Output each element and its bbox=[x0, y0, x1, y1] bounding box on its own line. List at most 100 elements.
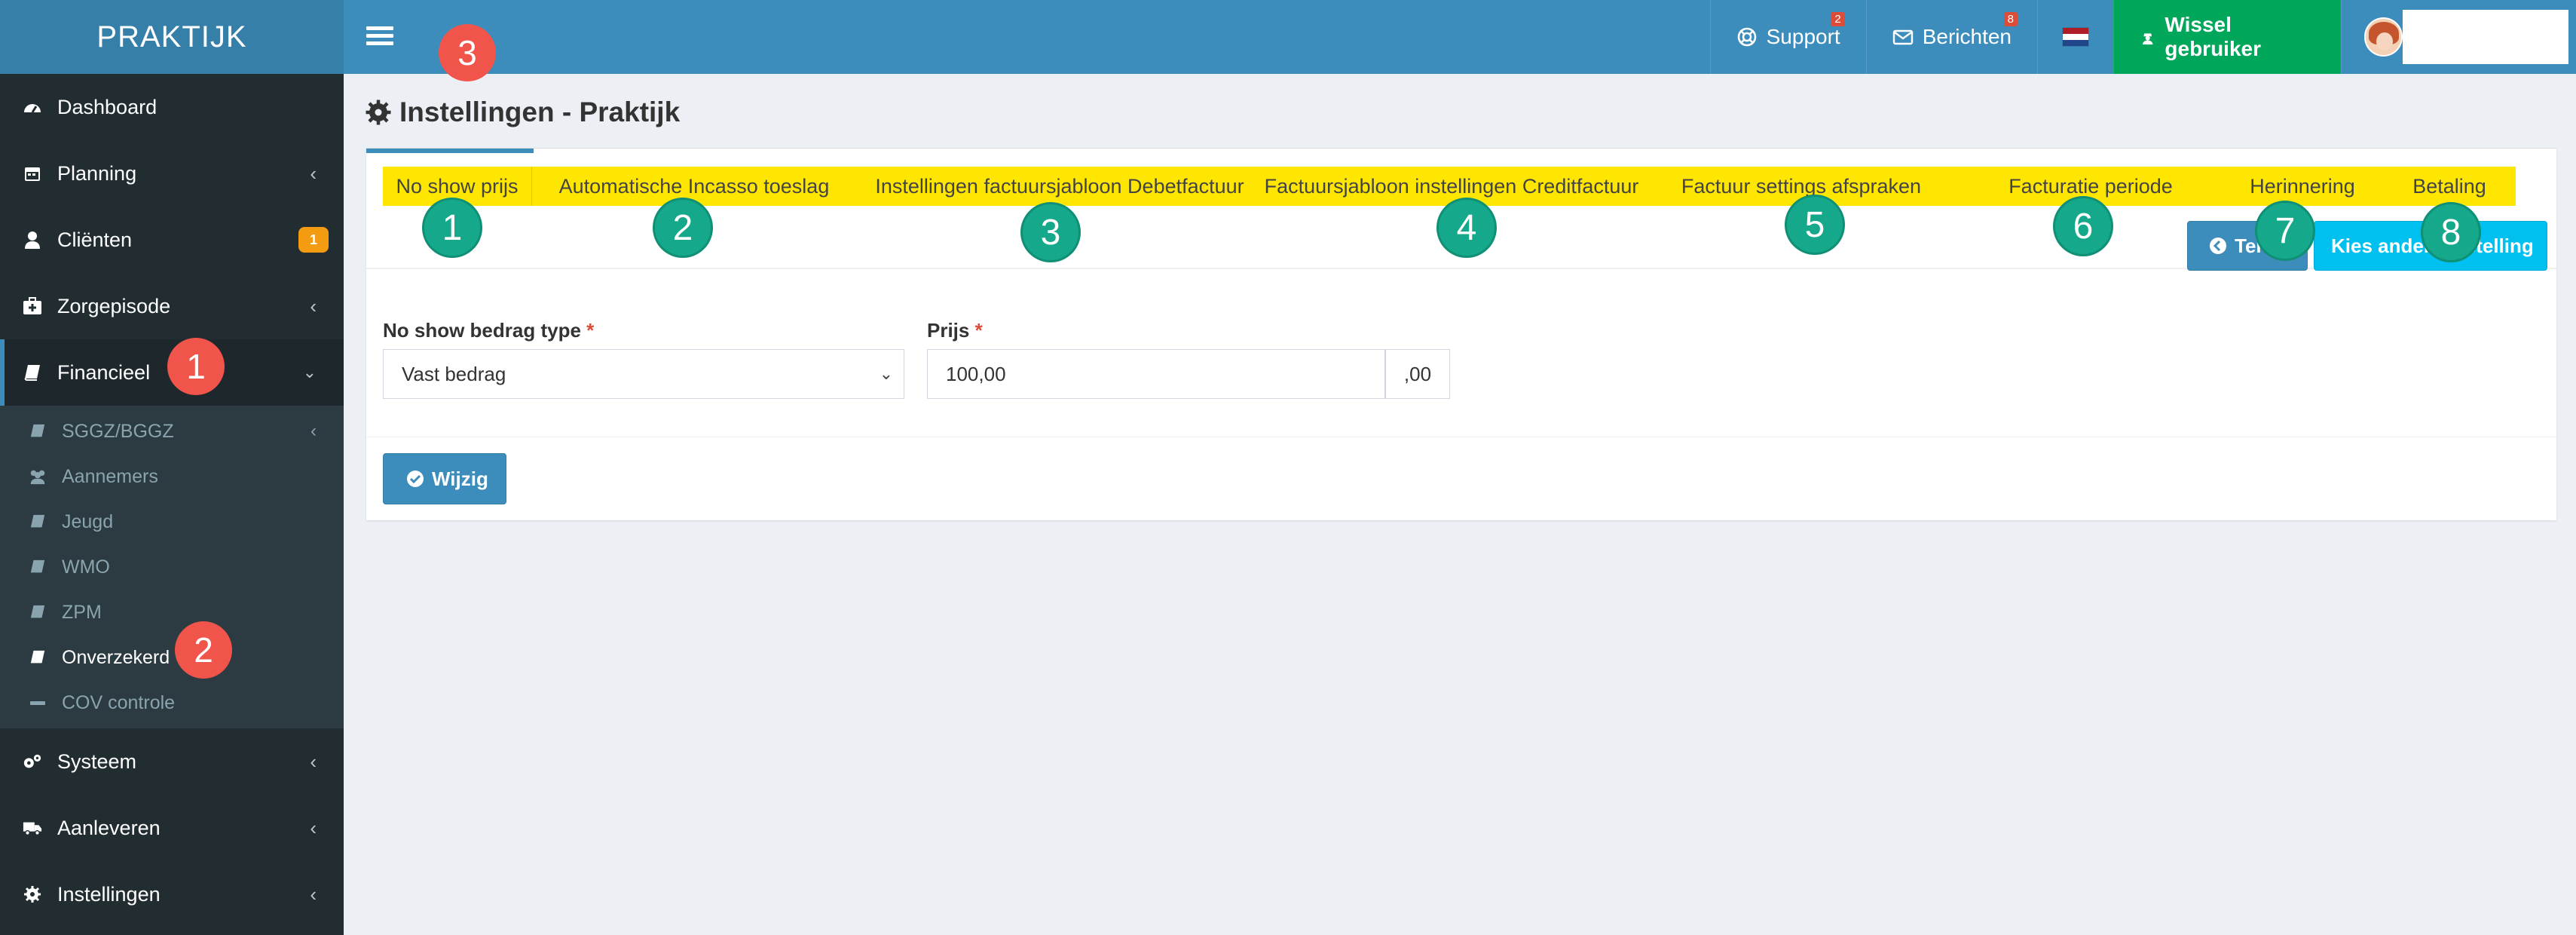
submenu-item-label: Aannemers bbox=[62, 465, 158, 487]
logo-text: PRAKTIJK bbox=[96, 20, 247, 54]
user-secret-icon bbox=[2142, 33, 2153, 44]
submenu-item-jeugd[interactable]: Jeugd bbox=[0, 499, 344, 544]
sidebar-item-zorgepisode[interactable]: Zorgepisode ‹ bbox=[0, 273, 344, 339]
submenu-item-aannemers[interactable]: Aannemers bbox=[0, 454, 344, 499]
sidebar-item-label: Aanleveren bbox=[57, 816, 161, 839]
sidebar-item-label: Planning bbox=[57, 161, 137, 185]
user-menu[interactable] bbox=[2341, 0, 2576, 74]
tab-herinnering[interactable]: Herinnering bbox=[2219, 167, 2386, 206]
prijs-addon-text: ,00 bbox=[1403, 362, 1432, 385]
gears-icon bbox=[23, 752, 42, 771]
dutch-flag-icon bbox=[2062, 27, 2089, 47]
annotation-marker-green-6: 6 bbox=[2053, 196, 2113, 256]
berichten-badge: 8 bbox=[2003, 12, 2018, 26]
submenu-item-label: SGGZ/BGGZ bbox=[62, 420, 174, 442]
book-icon bbox=[29, 648, 47, 667]
financieel-submenu: SGGZ/BGGZ ‹ Aannemers Jeugd WMO ZPM Onve… bbox=[0, 406, 344, 728]
user-name-redacted bbox=[2403, 10, 2568, 64]
annotation-marker-red-1: 1 bbox=[167, 338, 225, 395]
sidebar-item-label: Zorgepisode bbox=[57, 294, 171, 317]
arrow-circle-left-icon bbox=[2210, 238, 2226, 254]
annotation-marker-red-2: 2 bbox=[175, 621, 232, 679]
sidebar-item-planning[interactable]: Planning ‹ bbox=[0, 140, 344, 207]
top-navbar: Support 2 Berichten 8 Wissel gebruiker bbox=[344, 0, 2576, 74]
gear-icon bbox=[23, 884, 42, 904]
prijs-label: Prijs * bbox=[927, 319, 983, 342]
navbar-right: Support 2 Berichten 8 Wissel gebruiker bbox=[1709, 0, 2576, 74]
submenu-item-cov-controle[interactable]: COV controle bbox=[0, 680, 344, 725]
required-asterisk: * bbox=[974, 319, 983, 342]
avatar bbox=[2364, 17, 2403, 57]
prijs-input[interactable]: 100,00 bbox=[927, 349, 1385, 399]
submenu-item-label: Onverzekerd bbox=[62, 646, 170, 668]
clienten-count-badge: 1 bbox=[298, 227, 329, 253]
wissel-gebruiker-button[interactable]: Wissel gebruiker bbox=[2113, 0, 2341, 74]
submenu-item-label: WMO bbox=[62, 556, 110, 578]
book-icon bbox=[29, 422, 47, 440]
bedrag-type-select[interactable]: Vast bedrag ⌄ bbox=[383, 349, 904, 399]
check-circle-icon bbox=[407, 471, 424, 487]
prijs-label-text: Prijs bbox=[927, 319, 970, 342]
berichten-label: Berichten bbox=[1922, 25, 2012, 48]
tab-betaling[interactable]: Betaling bbox=[2386, 167, 2513, 206]
sidebar-item-dashboard[interactable]: Dashboard bbox=[0, 74, 344, 140]
prijs-value: 100,00 bbox=[946, 362, 1006, 385]
sidebar-item-systeem[interactable]: Systeem ‹ bbox=[0, 728, 344, 795]
page-title: Instellingen - Praktijk bbox=[365, 97, 680, 128]
sidebar-item-aanleveren[interactable]: Aanleveren ‹ bbox=[0, 795, 344, 861]
chevron-left-icon: ‹ bbox=[310, 294, 317, 317]
chevron-left-icon: ‹ bbox=[310, 750, 317, 773]
app-logo[interactable]: PRAKTIJK bbox=[0, 0, 344, 74]
submenu-item-label: ZPM bbox=[62, 601, 102, 623]
berichten-link[interactable]: Berichten 8 bbox=[1865, 0, 2037, 74]
annotation-marker-green-5: 5 bbox=[1785, 195, 1845, 255]
annotation-marker-green-2: 2 bbox=[653, 198, 713, 258]
chevron-down-icon: ⌄ bbox=[302, 363, 317, 382]
lifebuoy-icon bbox=[1737, 27, 1756, 47]
required-asterisk: * bbox=[586, 319, 595, 342]
sidebar-item-clienten[interactable]: Cliënten 1 bbox=[0, 207, 344, 273]
truck-icon bbox=[23, 818, 42, 838]
active-tab-indicator bbox=[366, 149, 534, 153]
users-icon bbox=[29, 468, 47, 486]
chevron-left-icon: ‹ bbox=[310, 161, 317, 185]
prijs-decimal-addon: ,00 bbox=[1385, 349, 1450, 399]
wijzig-label: Wijzig bbox=[432, 467, 488, 490]
support-label: Support bbox=[1766, 25, 1840, 48]
submenu-item-onverzekerd[interactable]: Onverzekerd bbox=[0, 635, 344, 680]
chevron-left-icon: ‹ bbox=[310, 882, 317, 906]
bedrag-type-label: No show bedrag type * bbox=[383, 319, 594, 342]
chevron-left-icon: ‹ bbox=[311, 421, 317, 441]
book-icon bbox=[23, 363, 42, 382]
page-title-text: Instellingen - Praktijk bbox=[399, 97, 681, 127]
tab-debetfactuur-sjabloon[interactable]: Instellingen factuursjabloon Debetfactuu… bbox=[856, 167, 1263, 206]
annotation-marker-green-1: 1 bbox=[422, 198, 482, 258]
submenu-item-zpm[interactable]: ZPM bbox=[0, 590, 344, 635]
sidebar-item-label: Cliënten bbox=[57, 228, 133, 251]
settings-tabs: No show prijs Automatische Incasso toesl… bbox=[383, 167, 2516, 206]
sidebar: Dashboard Planning ‹ Cliënten 1 Zorgepis… bbox=[0, 74, 344, 935]
bedrag-type-value: Vast bedrag bbox=[402, 362, 506, 385]
support-link[interactable]: Support 2 bbox=[1709, 0, 1866, 74]
sidebar-item-label: Dashboard bbox=[57, 95, 158, 118]
sidebar-item-label: Instellingen bbox=[57, 882, 161, 906]
sidebar-item-instellingen[interactable]: Instellingen ‹ bbox=[0, 861, 344, 927]
bedrag-type-label-text: No show bedrag type bbox=[383, 319, 581, 342]
user-icon bbox=[23, 230, 42, 250]
book-icon bbox=[29, 558, 47, 576]
book-icon bbox=[29, 603, 47, 621]
wissel-label: Wissel gebruiker bbox=[2165, 13, 2262, 60]
support-badge: 2 bbox=[1831, 12, 1845, 26]
wijzig-button[interactable]: Wijzig bbox=[383, 453, 506, 504]
gear-icon bbox=[366, 100, 391, 125]
dashboard-icon bbox=[23, 97, 42, 117]
medkit-icon bbox=[23, 296, 42, 316]
calendar-icon bbox=[23, 164, 42, 183]
language-selector[interactable] bbox=[2037, 0, 2113, 74]
submenu-item-wmo[interactable]: WMO bbox=[0, 544, 344, 590]
tab-creditfactuur-sjabloon[interactable]: Factuursjabloon instellingen Creditfactu… bbox=[1263, 167, 1640, 206]
minus-icon bbox=[29, 694, 47, 712]
submenu-item-sggz-bggz[interactable]: SGGZ/BGGZ ‹ bbox=[0, 409, 344, 454]
chevron-down-icon: ⌄ bbox=[879, 364, 893, 383]
menu-toggle-icon[interactable] bbox=[366, 23, 393, 50]
